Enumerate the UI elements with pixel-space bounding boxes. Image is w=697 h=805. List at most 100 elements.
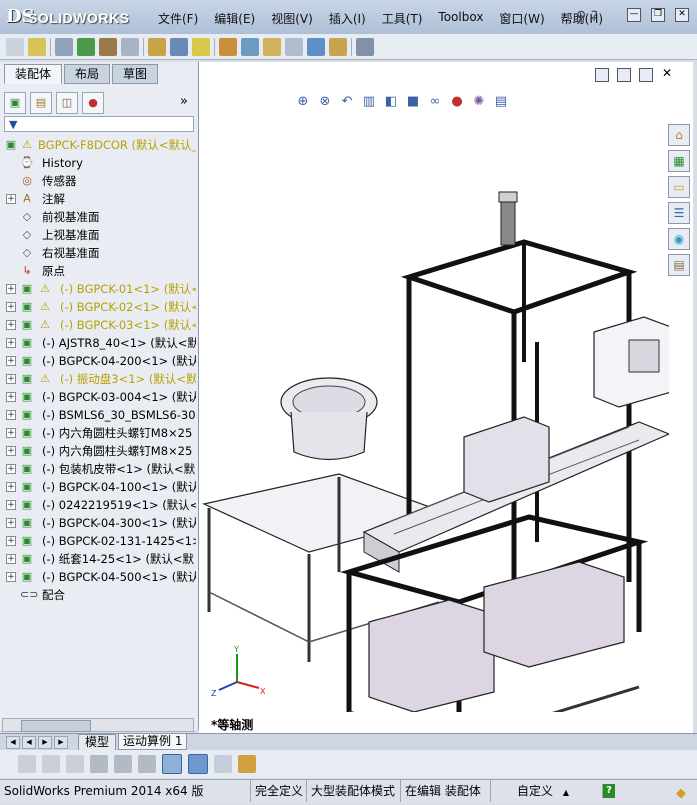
- file-explorer-icon[interactable]: ▭: [668, 176, 690, 198]
- expand-toggle-icon[interactable]: +: [6, 302, 16, 312]
- tree-item[interactable]: + ▣ (-) BGPCK-03-004<1> (默认<: [0, 388, 196, 406]
- first-tab-arrow-icon[interactable]: ◀: [6, 736, 20, 749]
- tab-layout[interactable]: 布局: [64, 64, 111, 84]
- menu-insert[interactable]: 插入(I): [321, 10, 374, 28]
- feature-manager-icon[interactable]: ▣: [4, 92, 26, 114]
- tree-item[interactable]: + ▣ (-) 包装机皮带<1> (默认<默: [0, 460, 196, 478]
- property-manager-icon[interactable]: ▤: [30, 92, 52, 114]
- tree-item[interactable]: + ▣ ⚠ (-) BGPCK-02<1> (默认<默: [0, 298, 196, 316]
- tree-item[interactable]: ⌚ History: [0, 154, 196, 172]
- tree-item[interactable]: + ▣ (-) 0242219519<1> (默认<默: [0, 496, 196, 514]
- mate-icon[interactable]: [99, 37, 117, 56]
- tree-root[interactable]: ▣ ⚠ BGPCK-F8DCOR (默认<默认_显示状态-1>): [0, 136, 196, 154]
- expand-toggle-icon[interactable]: +: [6, 446, 16, 456]
- component-pattern-icon[interactable]: [121, 37, 139, 56]
- apply-scene-icon[interactable]: ✺: [471, 94, 487, 110]
- configuration-manager-icon[interactable]: ◫: [56, 92, 78, 114]
- menu-edit[interactable]: 编辑(E): [206, 10, 263, 28]
- solidworks-logo[interactable]: DS SOLIDWORKS: [6, 6, 141, 30]
- shaded-icon[interactable]: [188, 754, 208, 774]
- assembly-features-icon[interactable]: [192, 37, 210, 56]
- tab-assembly[interactable]: 装配体: [4, 64, 63, 84]
- smart-fasteners-icon[interactable]: [356, 37, 374, 56]
- tree-item[interactable]: + ▣ (-) BGPCK-04-100<1> (默认<: [0, 478, 196, 496]
- expand-toggle-icon[interactable]: +: [6, 392, 16, 402]
- tab-model[interactable]: 模型: [78, 734, 117, 751]
- tree-horizontal-scrollbar[interactable]: [2, 718, 194, 732]
- tree-item[interactable]: + ▣ (-) BGPCK-04-500<1> (默认<: [0, 568, 196, 586]
- graphics-area[interactable]: ✕ ⊕ ⊗ ↶ ▥ ◧ ■ ∞ ● ✺ ▤ ⌂ ▦ ▭ ☰ ◉ ▤ Y X Z …: [199, 62, 693, 734]
- triad-toggle-icon[interactable]: [162, 754, 182, 774]
- tree-item[interactable]: + ▣ (-) AJSTR8_40<1> (默认<默: [0, 334, 196, 352]
- tree-item[interactable]: + ▣ (-) 内六角圆柱头螺钉M8×25: [0, 424, 196, 442]
- sketch-icon[interactable]: [138, 755, 156, 773]
- expand-toggle-icon[interactable]: +: [6, 554, 16, 564]
- viewport-minimize-icon[interactable]: [617, 68, 631, 82]
- view-settings-icon[interactable]: ▤: [493, 94, 509, 110]
- table-icon[interactable]: [214, 755, 232, 773]
- tree-item[interactable]: + ▣ (-) 纸套14-25<1> (默认<默: [0, 550, 196, 568]
- tree-item[interactable]: + ▣ ⚠ (-) 振动盘3<1> (默认<默: [0, 370, 196, 388]
- minimize-button[interactable]: —: [627, 8, 641, 22]
- expand-toggle-icon[interactable]: +: [6, 356, 16, 366]
- bill-of-materials-icon[interactable]: [263, 37, 281, 56]
- new-document-icon[interactable]: [6, 37, 24, 56]
- tree-item[interactable]: + ▣ (-) 内六角圆柱头螺钉M8×25: [0, 442, 196, 460]
- tree-item[interactable]: + ▣ (-) BGPCK-04-200<1> (默认<: [0, 352, 196, 370]
- home-icon[interactable]: ⌂: [668, 124, 690, 146]
- last-tab-arrow-icon[interactable]: ▶: [54, 736, 68, 749]
- draft-quality-icon[interactable]: [66, 755, 84, 773]
- menu-toolbox[interactable]: Toolbox: [430, 10, 491, 28]
- units-status[interactable]: 自定义 ▲: [490, 780, 595, 802]
- interference-detection-icon[interactable]: [307, 37, 325, 56]
- wireframe-icon[interactable]: [42, 755, 60, 773]
- expand-toggle-icon[interactable]: +: [6, 410, 16, 420]
- tree-item[interactable]: + ▣ ⚠ (-) BGPCK-01<1> (默认<默: [0, 280, 196, 298]
- previous-view-icon[interactable]: ↶: [339, 94, 355, 110]
- expand-toggle-icon[interactable]: +: [6, 284, 16, 294]
- instant3d-icon[interactable]: [329, 37, 347, 56]
- expand-toggle-icon[interactable]: +: [6, 194, 16, 204]
- exploded-view-icon[interactable]: [285, 37, 303, 56]
- tree-item[interactable]: + ▣ ⚠ (-) BGPCK-03<1> (默认<默: [0, 316, 196, 334]
- show-hidden-icon[interactable]: [170, 37, 188, 56]
- tree-item[interactable]: + ▣ (-) BGPCK-04-300<1> (默认<: [0, 514, 196, 532]
- expand-toggle-icon[interactable]: +: [6, 428, 16, 438]
- expand-toggle-icon[interactable]: +: [6, 464, 16, 474]
- tab-motion-study[interactable]: 运动算例 1: [118, 734, 188, 750]
- expand-toggle-icon[interactable]: +: [6, 500, 16, 510]
- view-palette-icon[interactable]: ☰: [668, 202, 690, 224]
- tree-item[interactable]: ⊂⊃ 配合: [0, 586, 196, 604]
- viewport-maximize-icon[interactable]: [639, 68, 653, 82]
- zoom-to-area-icon[interactable]: ⊗: [317, 94, 333, 110]
- viewport-tile-icon[interactable]: [595, 68, 609, 82]
- menu-file[interactable]: 文件(F): [150, 10, 206, 28]
- hidden-lines-icon[interactable]: [18, 755, 36, 773]
- tree-item[interactable]: ↳ 原点: [0, 262, 196, 280]
- expand-toggle-icon[interactable]: +: [6, 338, 16, 348]
- menu-view[interactable]: 视图(V): [263, 10, 321, 28]
- tab-sketch[interactable]: 草图: [112, 64, 159, 84]
- new-motion-study-icon[interactable]: [241, 37, 259, 56]
- appearances-icon[interactable]: ◉: [668, 228, 690, 250]
- close-button[interactable]: ✕: [675, 8, 689, 22]
- display-manager-icon[interactable]: ●: [82, 92, 104, 114]
- tree-item[interactable]: ◎ 传感器: [0, 172, 196, 190]
- restore-button[interactable]: ❐: [651, 8, 665, 22]
- next-tab-arrow-icon[interactable]: ▶: [38, 736, 52, 749]
- expand-panel-chevron-icon[interactable]: »: [180, 94, 188, 109]
- display-style-icon[interactable]: ■: [405, 94, 421, 110]
- edit-appearance-icon[interactable]: ●: [449, 94, 465, 110]
- reference-geometry-icon[interactable]: [219, 37, 237, 56]
- grid-icon[interactable]: [114, 755, 132, 773]
- tree-item[interactable]: ◇ 右视基准面: [0, 244, 196, 262]
- save-view-icon[interactable]: [238, 755, 256, 773]
- section-view-icon[interactable]: ▥: [361, 94, 377, 110]
- assembly-model-view[interactable]: [199, 122, 669, 712]
- tree-item[interactable]: + A 注解: [0, 190, 196, 208]
- search-help-icon[interactable]: ⚲ ?: [576, 9, 598, 25]
- custom-properties-icon[interactable]: ▤: [668, 254, 690, 276]
- units-up-arrow-icon[interactable]: ▲: [563, 788, 569, 797]
- move-component-icon[interactable]: [148, 37, 166, 56]
- expand-toggle-icon[interactable]: +: [6, 482, 16, 492]
